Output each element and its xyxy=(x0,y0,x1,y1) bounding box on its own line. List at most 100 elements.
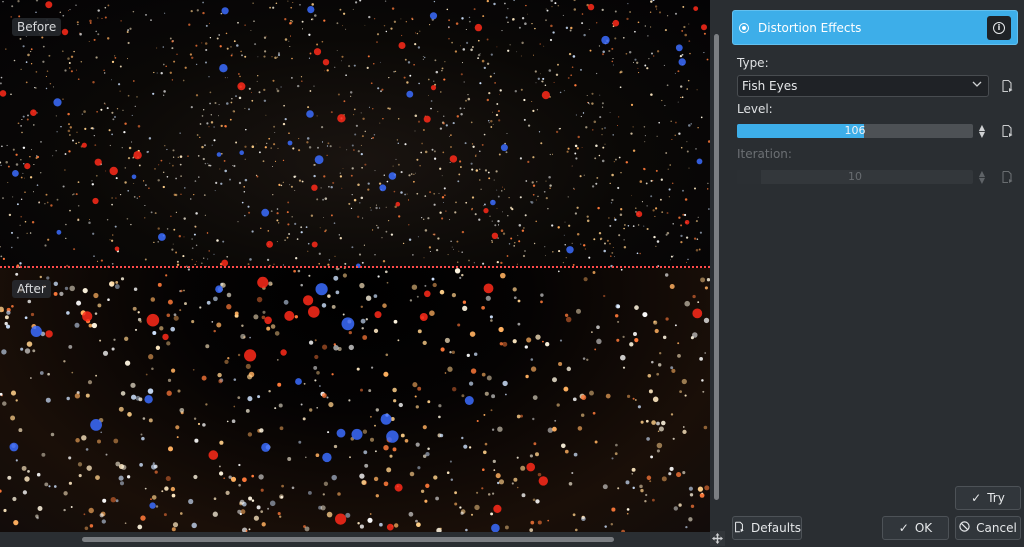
level-spin-buttons[interactable]: ▲ ▼ xyxy=(976,122,988,140)
star xyxy=(461,62,464,64)
star xyxy=(372,136,375,139)
before-after-split-line[interactable] xyxy=(0,266,710,268)
star xyxy=(311,18,314,21)
star xyxy=(486,98,490,102)
star xyxy=(627,3,629,5)
ok-button[interactable]: ✓ OK xyxy=(882,516,949,540)
horizontal-scrollbar[interactable] xyxy=(0,532,710,547)
vertical-scrollbar[interactable] xyxy=(710,0,725,532)
star xyxy=(393,399,397,403)
star xyxy=(419,165,421,167)
star xyxy=(558,128,560,130)
star xyxy=(93,292,99,299)
star xyxy=(284,239,286,242)
star xyxy=(610,523,614,526)
star xyxy=(299,4,301,6)
star xyxy=(599,94,601,96)
cancel-button[interactable]: Cancel xyxy=(955,516,1021,540)
star xyxy=(553,81,555,83)
star xyxy=(253,515,259,521)
spin-down-icon[interactable]: ▼ xyxy=(979,131,985,139)
star xyxy=(382,117,384,120)
star xyxy=(218,104,220,106)
type-label: Type: xyxy=(737,56,769,70)
star xyxy=(92,232,95,235)
star xyxy=(507,8,509,10)
bright-star xyxy=(322,452,332,463)
star xyxy=(639,252,641,255)
star xyxy=(36,155,40,159)
try-button[interactable]: ✓ Try xyxy=(955,486,1021,510)
star xyxy=(575,157,578,160)
star xyxy=(223,477,226,480)
star xyxy=(477,57,480,60)
star xyxy=(499,89,502,92)
star xyxy=(682,213,685,216)
star xyxy=(537,195,539,198)
star xyxy=(614,218,617,221)
star xyxy=(249,336,251,339)
star xyxy=(642,312,648,318)
star xyxy=(580,243,582,245)
star xyxy=(131,114,133,116)
star xyxy=(309,52,312,55)
star xyxy=(355,1,358,4)
level-reset-icon[interactable] xyxy=(1000,124,1014,138)
effect-header[interactable]: Distortion Effects i xyxy=(732,10,1018,45)
star xyxy=(524,250,526,252)
star xyxy=(634,305,639,310)
star xyxy=(479,179,481,181)
star xyxy=(369,415,372,418)
star xyxy=(113,338,116,341)
star xyxy=(213,126,215,128)
star xyxy=(397,142,400,145)
level-slider[interactable]: 106 xyxy=(737,124,973,138)
star xyxy=(345,512,351,518)
star xyxy=(404,143,407,146)
star xyxy=(643,167,646,171)
star xyxy=(294,222,297,225)
star xyxy=(34,86,36,89)
star xyxy=(586,95,588,96)
pan-move-icon[interactable] xyxy=(710,531,725,546)
star xyxy=(124,181,127,184)
info-button[interactable]: i xyxy=(987,15,1011,40)
star xyxy=(613,217,616,219)
star xyxy=(370,209,372,211)
star xyxy=(493,179,495,181)
type-dropdown[interactable]: Fish Eyes xyxy=(737,75,989,97)
bright-star xyxy=(351,428,363,440)
horizontal-scrollbar-thumb[interactable] xyxy=(82,537,614,542)
star xyxy=(422,56,424,57)
image-preview[interactable]: Before After xyxy=(0,0,710,532)
type-reset-icon[interactable] xyxy=(1000,79,1014,93)
star xyxy=(574,144,578,148)
star xyxy=(641,201,643,203)
star xyxy=(444,194,446,197)
star xyxy=(500,272,506,279)
star xyxy=(226,420,229,423)
star xyxy=(397,163,400,166)
star xyxy=(549,153,551,156)
star xyxy=(527,124,531,127)
vertical-scrollbar-thumb[interactable] xyxy=(714,34,719,500)
defaults-button[interactable]: Defaults xyxy=(732,516,802,540)
star xyxy=(111,281,115,285)
star xyxy=(22,172,24,174)
star xyxy=(639,180,643,183)
star xyxy=(73,193,75,195)
star xyxy=(656,50,660,53)
bright-star xyxy=(303,295,314,306)
star xyxy=(631,467,636,472)
star xyxy=(355,124,358,127)
star xyxy=(115,280,119,284)
star xyxy=(664,105,666,107)
star xyxy=(262,160,265,163)
star xyxy=(604,143,606,145)
star xyxy=(437,111,439,113)
star xyxy=(604,127,606,129)
star xyxy=(360,152,363,156)
star xyxy=(140,515,146,521)
star xyxy=(75,193,78,196)
star xyxy=(240,50,242,53)
